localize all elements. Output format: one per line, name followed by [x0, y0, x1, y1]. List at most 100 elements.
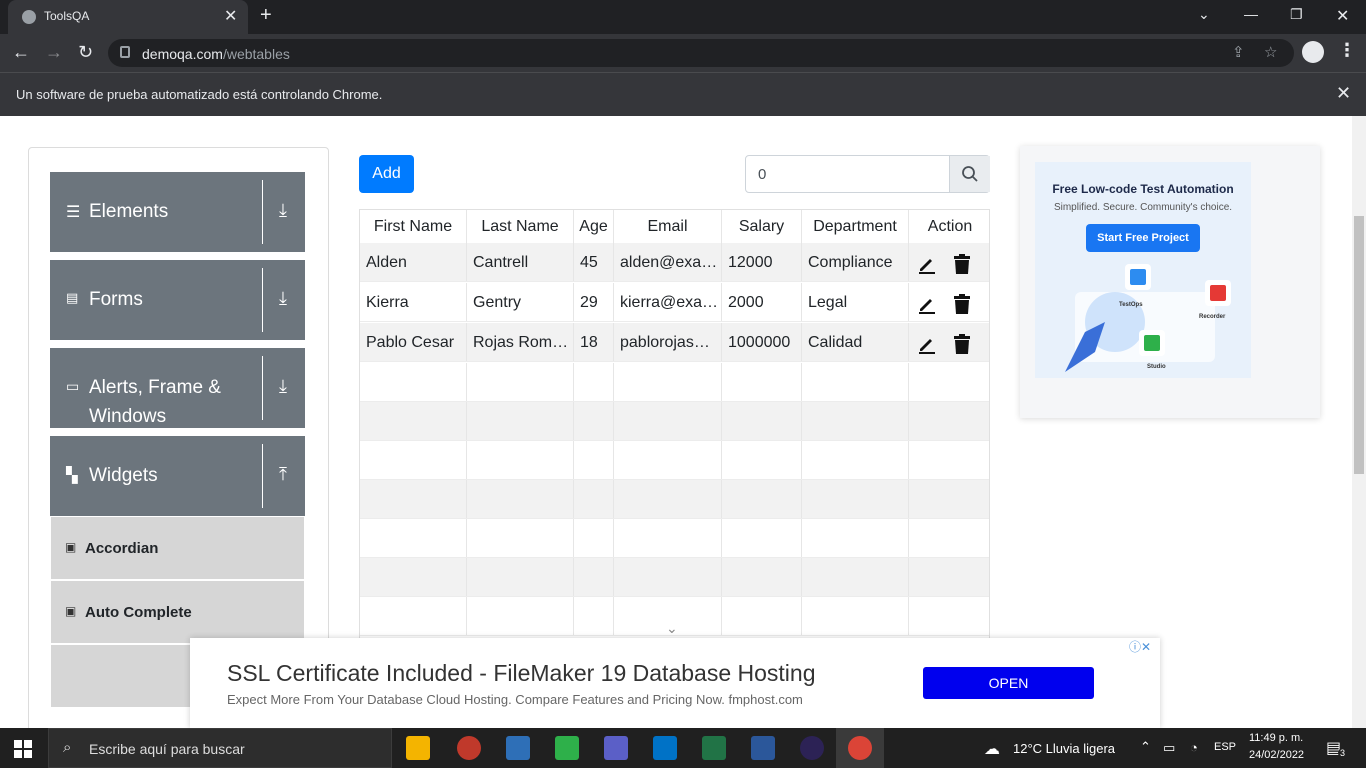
action-cell [909, 283, 989, 321]
edit-icon[interactable] [917, 294, 937, 314]
ad-title: Free Low-code Test Automation [1052, 182, 1234, 196]
table-cell: alden@example.com [614, 243, 722, 281]
browser-tab[interactable]: ToolsQA ✕ [8, 0, 248, 34]
sidebar-item-auto-complete[interactable]: ▣ Auto Complete [51, 581, 304, 643]
address-toolbar: ← → ↻ demoqa.com/webtables ⇪ ☆ ⋮ [0, 34, 1366, 72]
search-box [745, 155, 990, 193]
table-header: First Name Last Name Age Email Salary De… [360, 210, 989, 243]
weather-text[interactable]: 12°C Lluvia ligera [1013, 741, 1115, 756]
edit-icon[interactable] [917, 254, 937, 274]
add-button[interactable]: Add [359, 155, 414, 193]
word-icon[interactable] [751, 736, 775, 760]
sidebar-group-forms[interactable]: ▤ Forms ⤓ [50, 260, 305, 340]
url-path: /webtables [222, 46, 290, 62]
tab-title: ToolsQA [44, 9, 90, 23]
close-window-icon[interactable]: ✕ [1336, 6, 1349, 26]
table-cell: 1000000 [722, 323, 802, 361]
restore-icon[interactable]: ❐ [1290, 6, 1303, 23]
page-content: ☰ Elements ⤓ ▤ Forms ⤓ ▭ Alerts, Frame &… [0, 116, 1352, 728]
delete-icon[interactable] [953, 294, 971, 314]
column-header: Action [927, 218, 973, 235]
taskbar-search-placeholder: Escribe aquí para buscar [89, 741, 245, 757]
close-tab-icon[interactable]: ✕ [224, 6, 237, 26]
empty-row [360, 441, 989, 480]
chrome-icon[interactable] [848, 736, 872, 760]
bookmark-star-icon[interactable]: ☆ [1264, 43, 1277, 61]
sidebar-item-accordian[interactable]: ▣ Accordian [51, 517, 304, 579]
forward-icon[interactable]: → [45, 42, 63, 63]
tab-search-icon[interactable]: ⌄ [1198, 6, 1210, 23]
share-icon[interactable]: ⇪ [1232, 43, 1245, 61]
column-header[interactable]: Age [574, 210, 614, 243]
windows-start-icon[interactable] [14, 740, 32, 758]
chevron-up-icon[interactable]: ⌃ [1140, 739, 1151, 755]
minimize-icon[interactable]: — [1244, 6, 1258, 22]
download-arrow-icon: ⤓ [279, 288, 287, 308]
media-icon[interactable] [555, 736, 579, 760]
clock-time[interactable]: 11:49 p. m. [1249, 732, 1303, 744]
new-tab-icon[interactable]: + [260, 4, 272, 27]
page-scrollbar[interactable] [1352, 116, 1366, 728]
table-cell: Legal [802, 283, 909, 321]
wifi-icon[interactable]: ◔ [1190, 740, 1198, 755]
outlook-icon[interactable] [653, 736, 677, 760]
sidebar-group-alerts[interactable]: ▭ Alerts, Frame & Windows ⤓ [50, 348, 305, 428]
ad-close-icon[interactable]: ⓘ✕ [1129, 638, 1151, 655]
ad-banner-bottom[interactable]: SSL Certificate Included - FileMaker 19 … [190, 638, 1160, 728]
sidebar-group-widgets[interactable]: ▚ Widgets ⤒ [50, 436, 305, 516]
eclipse-icon[interactable] [800, 736, 824, 760]
infobar-text: Un software de prueba automatizado está … [16, 87, 383, 102]
menu-dots-icon[interactable]: ⋮ [1338, 40, 1356, 61]
sidebar-group-label: Forms [89, 289, 143, 310]
table-cell: 45 [574, 243, 614, 281]
empty-row [360, 402, 989, 441]
column-header[interactable]: Salary [722, 210, 802, 243]
divider [262, 444, 263, 508]
sidebar-group-elements[interactable]: ☰ Elements ⤓ [50, 172, 305, 252]
lock-icon[interactable] [120, 46, 130, 58]
hamburger-icon: ☰ [66, 204, 81, 221]
teams-icon[interactable] [604, 736, 628, 760]
url-text: demoqa.com/webtables [142, 46, 290, 62]
scroll-thumb[interactable] [1354, 216, 1364, 474]
back-icon[interactable]: ← [12, 42, 30, 63]
delete-icon[interactable] [953, 334, 971, 354]
app-icon[interactable] [457, 736, 481, 760]
ad-open-button[interactable]: OPEN [923, 667, 1094, 699]
app-icon[interactable] [506, 736, 530, 760]
search-input[interactable] [746, 156, 949, 192]
web-table: First Name Last Name Age Email Salary De… [359, 209, 990, 639]
table-cell: 12000 [722, 243, 802, 281]
item-icon: ▣ [65, 540, 77, 554]
profile-avatar[interactable] [1302, 41, 1324, 63]
language-indicator[interactable]: ESP [1214, 741, 1236, 753]
item-icon: ▣ [65, 604, 77, 618]
form-icon: ▤ [66, 290, 79, 305]
edit-icon[interactable] [917, 334, 937, 354]
delete-icon[interactable] [953, 254, 971, 274]
column-header[interactable]: Email [614, 210, 722, 243]
reload-icon[interactable]: ↻ [78, 42, 93, 63]
column-header[interactable]: Department [802, 210, 909, 243]
empty-row [360, 519, 989, 558]
empty-row [360, 558, 989, 597]
table-cell: 18 [574, 323, 614, 361]
battery-icon[interactable]: ▭ [1163, 740, 1175, 756]
clock-date[interactable]: 24/02/2022 [1249, 749, 1304, 761]
ad-subtitle: Simplified. Secure. Community's choice. [1053, 202, 1233, 213]
url-bar[interactable]: demoqa.com/webtables ⇪ ☆ [108, 39, 1294, 67]
column-header[interactable]: Last Name [467, 210, 574, 243]
empty-row [360, 480, 989, 519]
file-explorer-icon[interactable] [406, 736, 430, 760]
table-cell: Gentry [467, 283, 574, 321]
column-header[interactable]: First Name [360, 210, 467, 243]
ad-banner-right[interactable]: Free Low-code Test Automation Simplified… [1020, 146, 1320, 418]
taskbar-search[interactable]: ⌕ Escribe aquí para buscar [48, 728, 392, 768]
sidebar-group-label: Elements [89, 201, 169, 222]
close-infobar-icon[interactable]: ✕ [1336, 83, 1351, 104]
excel-icon[interactable] [702, 736, 726, 760]
ad-cta-button[interactable]: Start Free Project [1086, 224, 1200, 252]
search-icon: ⌕ [63, 739, 72, 756]
search-button[interactable] [949, 156, 990, 192]
table-cell: 2000 [722, 283, 802, 321]
